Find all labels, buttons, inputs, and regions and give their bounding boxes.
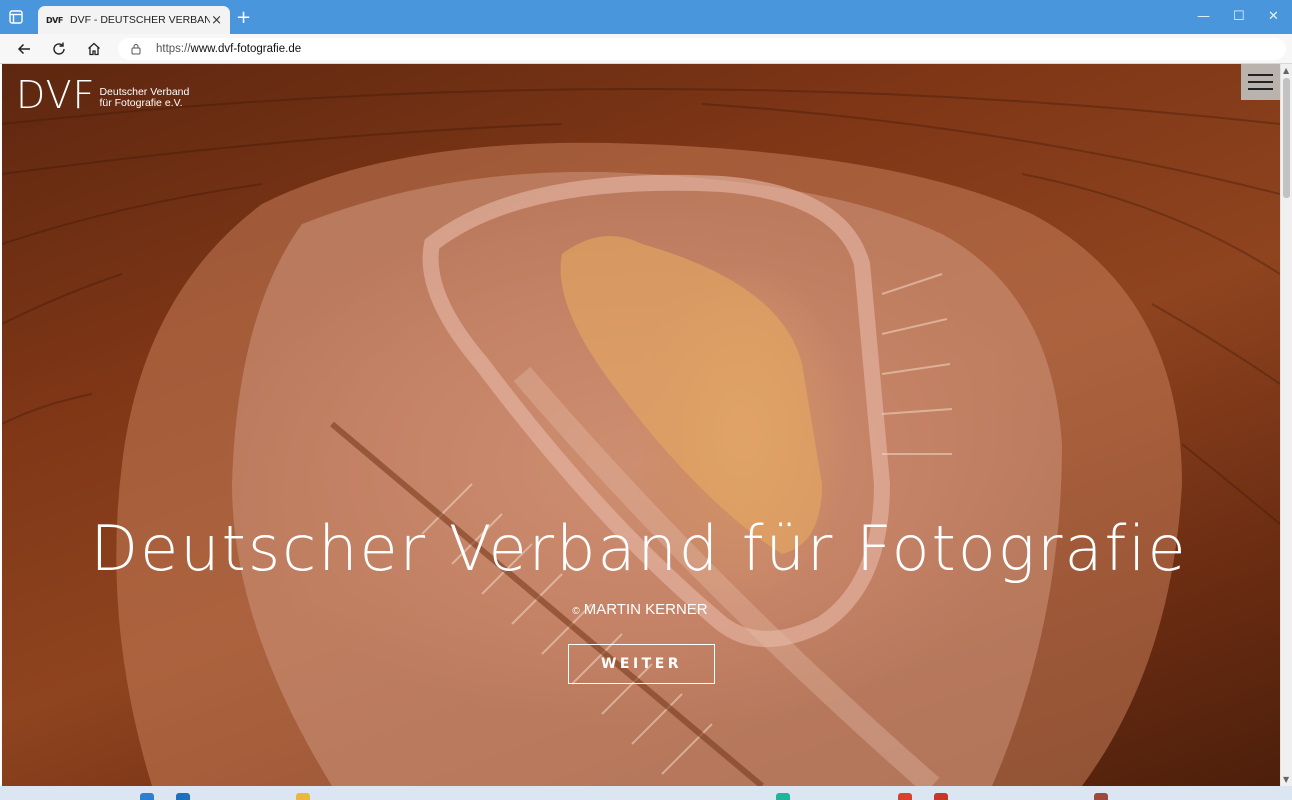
address-bar[interactable]: https://www.dvf-fotografie.de bbox=[118, 38, 1286, 60]
scroll-thumb[interactable] bbox=[1283, 78, 1290, 198]
tab-title: DVF - DEUTSCHER VERBAND FÜ bbox=[70, 14, 210, 26]
home-icon bbox=[88, 42, 100, 56]
scroll-down-arrow-icon[interactable]: ▼ bbox=[1283, 775, 1289, 784]
copyright-symbol: © bbox=[572, 606, 580, 617]
url-text: https://www.dvf-fotografie.de bbox=[156, 43, 302, 55]
photographer-name: MARTIN KERNER bbox=[583, 601, 708, 618]
tab-actions-icon[interactable] bbox=[8, 9, 28, 27]
weiter-button[interactable]: WEITER bbox=[568, 644, 715, 684]
reload-button[interactable] bbox=[48, 39, 70, 59]
home-button[interactable] bbox=[83, 39, 105, 59]
new-tab-button[interactable]: + bbox=[236, 9, 251, 27]
taskbar-icon[interactable] bbox=[176, 793, 190, 800]
page-scrollbar[interactable]: ▲ ▼ bbox=[1280, 64, 1292, 786]
title-bar: DVF DVF - DEUTSCHER VERBAND FÜ × + — ☐ ✕ bbox=[0, 0, 1292, 34]
tab-close-icon[interactable]: × bbox=[211, 14, 222, 27]
logo-mark: DVF bbox=[16, 73, 96, 117]
taskbar-icon[interactable] bbox=[898, 793, 912, 800]
taskbar-strip bbox=[0, 786, 1292, 800]
close-window-button[interactable]: ✕ bbox=[1268, 8, 1279, 26]
maximize-button[interactable]: ☐ bbox=[1233, 8, 1245, 26]
browser-window: DVF DVF - DEUTSCHER VERBAND FÜ × + — ☐ ✕… bbox=[0, 0, 1292, 800]
hero-title: Deutscher Verband für Fotografie bbox=[90, 512, 1188, 585]
taskbar-icon[interactable] bbox=[296, 793, 310, 800]
logo-name: Deutscher Verband für Fotografie e.V. bbox=[99, 86, 190, 109]
back-arrow-icon bbox=[17, 43, 30, 55]
taskbar-icon[interactable] bbox=[140, 793, 154, 800]
taskbar-icon[interactable] bbox=[934, 793, 948, 800]
back-button[interactable] bbox=[13, 39, 35, 59]
taskbar-icon[interactable] bbox=[1094, 793, 1108, 800]
dvf-logo[interactable]: DVF Deutscher Verband für Fotografie e.V… bbox=[16, 73, 190, 117]
minimize-button[interactable]: — bbox=[1197, 8, 1210, 26]
reload-icon bbox=[53, 42, 65, 55]
scroll-up-arrow-icon[interactable]: ▲ bbox=[1283, 66, 1289, 75]
taskbar-icon[interactable] bbox=[776, 793, 790, 800]
navigation-bar: https://www.dvf-fotografie.de bbox=[0, 34, 1292, 64]
photo-credit: © MARTIN KERNER bbox=[2, 601, 1278, 618]
browser-tab[interactable]: DVF DVF - DEUTSCHER VERBAND FÜ × bbox=[38, 6, 230, 34]
lock-icon[interactable] bbox=[130, 40, 142, 59]
hamburger-menu-icon[interactable] bbox=[1241, 64, 1280, 100]
favicon-icon: DVF bbox=[46, 15, 63, 25]
page-viewport: DVF Deutscher Verband für Fotografie e.V… bbox=[2, 64, 1280, 786]
